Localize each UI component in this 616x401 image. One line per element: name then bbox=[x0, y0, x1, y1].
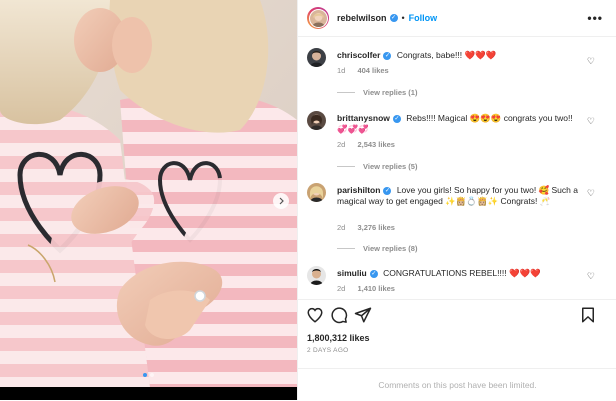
view-replies-label: View replies (8) bbox=[363, 244, 418, 253]
verified-badge-icon: ✓ bbox=[389, 14, 398, 22]
commenter-avatar[interactable] bbox=[307, 111, 326, 130]
like-comment-icon[interactable]: ♡ bbox=[587, 116, 595, 127]
comment-time: 1d bbox=[337, 66, 346, 75]
heart-icon[interactable] bbox=[306, 306, 324, 324]
commenter-username[interactable]: chriscolfer bbox=[337, 50, 380, 60]
view-replies-button[interactable]: View replies (1) bbox=[337, 88, 417, 97]
comment-message: Congrats, babe!!! bbox=[396, 50, 463, 60]
commenter-username[interactable]: brittanysnow bbox=[337, 113, 390, 123]
post-date: 2 DAYS AGO bbox=[307, 347, 349, 354]
commenter-avatar[interactable] bbox=[307, 183, 326, 202]
like-comment-icon[interactable]: ♡ bbox=[587, 188, 595, 199]
comment-likes[interactable]: 3,276 likes bbox=[357, 223, 395, 232]
carousel-dot-2 bbox=[150, 373, 154, 377]
comments-list: chriscolfer ✓ Congrats, babe!!! ❤️❤️❤️ 1d… bbox=[298, 37, 616, 299]
comment-meta: 1d 404 likes bbox=[337, 66, 399, 75]
total-likes[interactable]: 1,800,312 likes bbox=[307, 333, 370, 343]
post-actions-bar bbox=[298, 299, 616, 329]
comment-likes[interactable]: 1,410 likes bbox=[357, 284, 395, 293]
comment-emoji: ❤️❤️❤️ bbox=[464, 50, 497, 60]
commenter-avatar[interactable] bbox=[307, 266, 326, 285]
comment-icon[interactable] bbox=[330, 306, 348, 324]
view-replies-button[interactable]: View replies (8) bbox=[337, 244, 417, 253]
view-replies-label: View replies (1) bbox=[363, 88, 418, 97]
follow-button[interactable]: Follow bbox=[409, 13, 438, 23]
comment-meta: 2d 1,410 likes bbox=[337, 284, 405, 293]
like-comment-icon[interactable]: ♡ bbox=[587, 271, 595, 282]
comment-emoji: ❤️❤️❤️ bbox=[508, 268, 541, 278]
verified-badge-icon: ✓ bbox=[369, 269, 378, 278]
view-replies-button[interactable]: View replies (5) bbox=[337, 162, 417, 171]
comment-text: chriscolfer ✓ Congrats, babe!!! ❤️❤️❤️ bbox=[337, 50, 582, 61]
chevron-right-icon bbox=[277, 192, 285, 210]
comment-text: brittanysnow ✓ Rebs!!!! Magical 😍😍😍 congr… bbox=[337, 113, 582, 135]
comment-meta: 2d 3,276 likes bbox=[337, 223, 405, 232]
comment-text: parishilton ✓ Love you girls! So happy fo… bbox=[337, 185, 582, 207]
comment-time: 2d bbox=[337, 284, 346, 293]
comment-likes[interactable]: 2,543 likes bbox=[357, 140, 395, 149]
next-slide-button[interactable] bbox=[273, 193, 289, 209]
replies-line bbox=[337, 92, 355, 93]
comments-limited-notice: Comments on this post have been limited. bbox=[298, 368, 616, 400]
like-comment-icon[interactable]: ♡ bbox=[587, 56, 595, 67]
comment-likes[interactable]: 404 likes bbox=[357, 66, 388, 75]
carousel-dot-1 bbox=[143, 373, 147, 377]
post-header: rebelwilson ✓ • Follow ••• bbox=[298, 0, 616, 37]
commenter-username[interactable]: parishilton bbox=[337, 185, 380, 195]
comment-text: simuliu ✓ CONGRATULATIONS REBEL!!!! ❤️❤️❤… bbox=[337, 268, 582, 279]
author-username[interactable]: rebelwilson bbox=[337, 13, 387, 23]
instagram-post: rebelwilson ✓ • Follow ••• chriscolfer ✓ … bbox=[0, 0, 616, 400]
verified-badge-icon: ✓ bbox=[383, 186, 392, 195]
comment-message: CONGRATULATIONS REBEL!!!! bbox=[383, 268, 507, 278]
post-side-panel: rebelwilson ✓ • Follow ••• chriscolfer ✓ … bbox=[297, 0, 616, 400]
verified-badge-icon: ✓ bbox=[383, 51, 392, 60]
more-options-icon[interactable]: ••• bbox=[587, 11, 603, 25]
post-photo[interactable] bbox=[0, 0, 297, 387]
commenter-avatar[interactable] bbox=[307, 48, 326, 67]
view-replies-label: View replies (5) bbox=[363, 162, 418, 171]
replies-line bbox=[337, 248, 355, 249]
carousel-indicator bbox=[0, 373, 297, 377]
commenter-username[interactable]: simuliu bbox=[337, 268, 367, 278]
bookmark-icon[interactable] bbox=[579, 306, 597, 324]
paper-plane-icon[interactable] bbox=[354, 306, 372, 324]
comment-meta: 2d 2,543 likes bbox=[337, 140, 405, 149]
separator-dot: • bbox=[401, 13, 405, 23]
author-avatar[interactable] bbox=[307, 7, 329, 29]
post-media bbox=[0, 0, 297, 400]
comment-time: 2d bbox=[337, 223, 346, 232]
comment-time: 2d bbox=[337, 140, 346, 149]
replies-line bbox=[337, 166, 355, 167]
verified-badge-icon: ✓ bbox=[392, 114, 401, 123]
